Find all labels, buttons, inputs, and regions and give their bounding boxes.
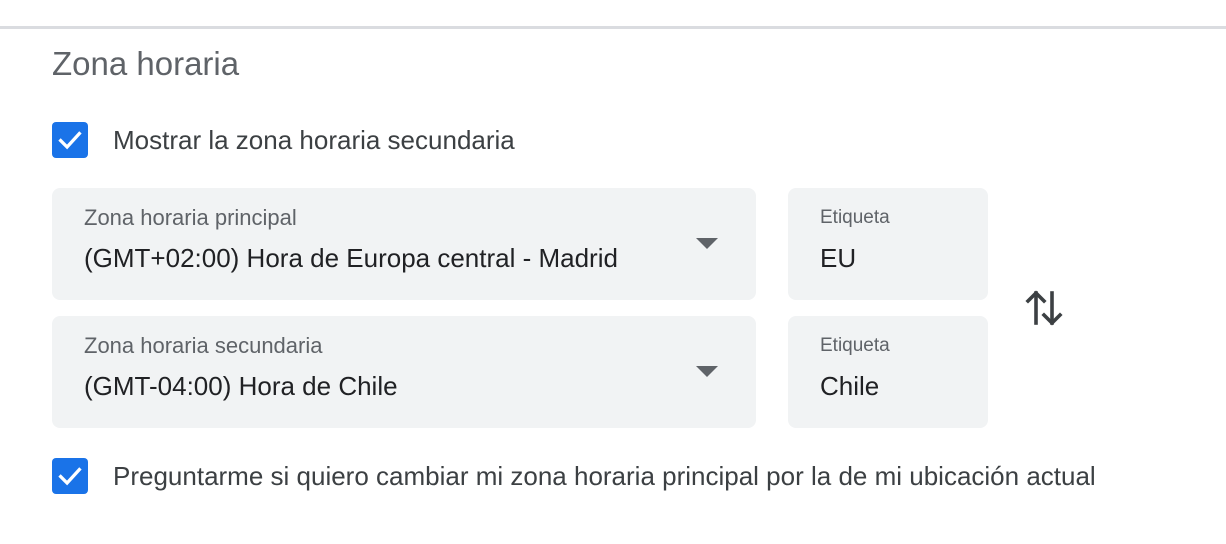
check-icon (58, 467, 82, 486)
primary-timezone-label: Zona horaria principal (84, 205, 297, 230)
show-secondary-timezone-checkbox[interactable] (52, 122, 88, 158)
check-icon (58, 131, 82, 150)
swap-timezones-button[interactable] (1020, 282, 1068, 334)
primary-timezone-value: (GMT+02:00) Hora de Europa central - Mad… (84, 243, 618, 273)
primary-tag-value: EU (820, 243, 857, 273)
primary-tag-label: Etiqueta (820, 207, 890, 228)
secondary-timezone-value: (GMT-04:00) Hora de Chile (84, 371, 398, 401)
show-secondary-timezone-row[interactable]: Mostrar la zona horaria secundaria (52, 122, 515, 158)
primary-timezone-select[interactable]: Zona horaria principal (GMT+02:00) Hora … (52, 188, 756, 300)
secondary-timezone-select[interactable]: Zona horaria secundaria (GMT-04:00) Hora… (52, 316, 756, 428)
arrow-drop-down-icon[interactable] (696, 366, 718, 377)
arrow-drop-down-icon[interactable] (696, 238, 718, 249)
section-title: Zona horaria (52, 45, 240, 82)
top-divider (0, 26, 1226, 29)
ask-update-timezone-row[interactable]: Preguntarme si quiero cambiar mi zona ho… (52, 458, 1096, 494)
secondary-tag-value: Chile (820, 371, 880, 401)
ask-update-timezone-checkbox[interactable] (52, 458, 88, 494)
secondary-timezone-label: Zona horaria secundaria (84, 333, 323, 358)
primary-timezone-tag-field[interactable]: Etiqueta EU (788, 188, 988, 300)
ask-update-timezone-label: Preguntarme si quiero cambiar mi zona ho… (113, 461, 1096, 491)
swap-vertical-icon (1025, 290, 1063, 326)
show-secondary-timezone-label: Mostrar la zona horaria secundaria (113, 125, 515, 155)
secondary-tag-label: Etiqueta (820, 335, 890, 356)
secondary-timezone-tag-field[interactable]: Etiqueta Chile (788, 316, 988, 428)
